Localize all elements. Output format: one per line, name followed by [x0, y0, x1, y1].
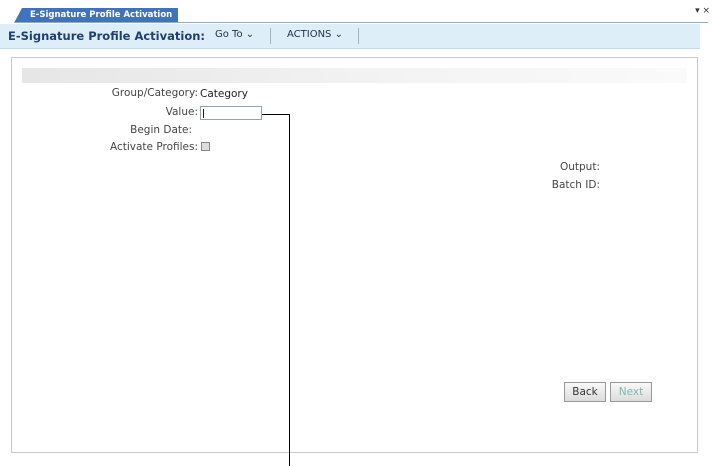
tab-divider	[14, 22, 708, 23]
group-category-label: Group/Category:	[111, 87, 198, 99]
tab-label: E-Signature Profile Activation	[30, 10, 173, 20]
tab-strip: E-Signature Profile Activation ▾ ×	[0, 0, 712, 24]
toolbar-separator	[270, 28, 271, 44]
tab-esignature-profile-activation[interactable]: E-Signature Profile Activation	[14, 8, 178, 23]
activation-form-panel: Group/Category: Category Value: Begin Da…	[11, 57, 698, 453]
toolbar-separator	[358, 28, 359, 44]
begin-date-label: Begin Date:	[130, 124, 192, 136]
activate-profiles-label: Activate Profiles:	[109, 141, 198, 153]
activate-profiles-checkbox[interactable]	[201, 142, 210, 151]
panel-header-bar	[22, 68, 687, 83]
text-caret	[203, 109, 204, 118]
callout-line-horizontal	[262, 114, 290, 115]
toolbar: E-Signature Profile Activation: Go To ⌄ …	[0, 24, 700, 49]
page-title: E-Signature Profile Activation:	[8, 29, 205, 43]
value-label: Value:	[165, 106, 198, 118]
next-button[interactable]: Next	[610, 382, 652, 402]
value-input[interactable]	[200, 106, 262, 120]
tab-controls-icon[interactable]: ▾ ×	[695, 6, 710, 16]
back-button[interactable]: Back	[564, 382, 606, 402]
group-category-value: Category	[200, 88, 248, 100]
go-to-menu[interactable]: Go To ⌄	[215, 29, 254, 40]
batch-id-label: Batch ID:	[551, 179, 600, 191]
actions-menu[interactable]: ACTIONS ⌄	[287, 29, 343, 40]
callout-line-vertical	[289, 114, 290, 466]
output-label: Output:	[559, 161, 600, 173]
